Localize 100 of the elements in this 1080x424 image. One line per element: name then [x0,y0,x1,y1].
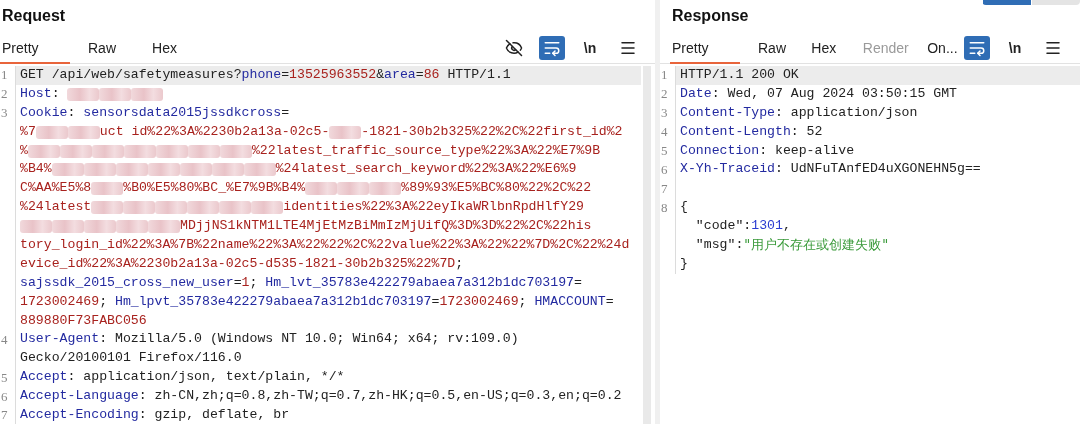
redaction-blur [67,125,100,139]
header-name: Cookie [20,103,68,122]
line-number: 3 [660,105,668,122]
value-text: %B0%E5%80%BC_%E7%9B%B4% [123,179,306,198]
newline-toggle[interactable]: \n [577,36,603,60]
header-name: phone [241,66,282,84]
code-text: Gecko/20100101 Firefox/116.0 [20,349,242,368]
wrap-toggle[interactable] [539,36,565,60]
redaction-blur [67,87,100,101]
line-number: 2 [0,86,8,103]
view-tab[interactable]: Raw [70,33,134,64]
redaction-blur [148,220,180,234]
newline-toggle[interactable]: \n [1002,36,1028,60]
code-text: ; [518,292,528,311]
value-text: 1301 [751,217,783,236]
redaction-blur [305,182,338,196]
code-text: = [281,103,290,122]
redaction-blur [83,163,116,177]
value-text: MDjjNS1kNTM1LTE4MjEtMzBiMmIzMjUifQ%3D%3D%22%2C%22his [180,217,592,236]
redaction-blur [179,163,212,177]
code-text: : UdNFuTAnfED4uXGONEHN5g== [774,160,981,179]
value-text: 1 [241,273,250,292]
code-text: : 52 [790,122,823,141]
code-text: : [67,103,77,122]
redaction-blur [91,201,124,215]
view-tab[interactable]: Pretty [0,33,70,64]
header-name: Hm_lpvt_35783e422279abaea7a312b1dc703197 [114,292,432,311]
redaction-blur [329,125,362,139]
header-name: Hm_lvt_35783e422279abaea7a312b1dc703197 [265,273,574,292]
code-text: : Wed, 07 Aug 2024 03:50:15 GMT [711,84,957,103]
value-text: "用户不存在或创建失败" [743,236,890,254]
redaction-blur [115,163,148,177]
line-number: 4 [660,124,668,141]
header-name: sajssdk_2015_cross_new_user [20,273,234,292]
redaction-blur [35,125,68,139]
line-number: 6 [0,388,8,405]
redaction-blur [20,220,52,234]
redaction-blur [131,87,164,101]
view-tab[interactable]: Hex [134,33,195,64]
header-name: Content-Length [680,122,791,141]
redaction-blur [211,163,244,177]
view-tab[interactable]: Hex [793,33,845,64]
redaction-blur [84,220,116,234]
redaction-blur [219,144,252,158]
header-name: area [384,66,416,84]
code-text: = [415,66,424,84]
line-number: 1 [0,67,8,84]
value-text: -1821-30b2b325%22%2C%22first_id%2 [361,122,623,141]
value-text: %22latest_traffic_source_type%22%3A%22%E7%9B [251,141,601,160]
redaction-blur [123,201,156,215]
code-text: } [680,254,688,273]
value-text: 13525963552 [289,66,377,84]
line-number: 7 [0,407,8,424]
redaction-blur [187,144,220,158]
value-text: 1723002469 [20,292,100,311]
code-text: , [782,217,791,236]
line-number: 3 [0,105,8,122]
code-text: : [51,84,61,103]
header-name: Accept-Encoding [20,406,139,424]
redaction-blur [251,201,284,215]
header-name: Host [20,84,52,103]
code-text: { [680,198,688,217]
redaction-blur [91,144,124,158]
redaction-blur [59,144,92,158]
redaction-blur [116,220,148,234]
redaction-blur [155,144,188,158]
redaction-blur [369,182,402,196]
redaction-blur [99,87,132,101]
value-text: %24latest_search_keyword%22%3A%22%E6%9 [275,160,577,179]
code-text: "code": [694,217,752,236]
code-text: : Mozilla/5.0 (Windows NT 10.0; Win64; x64; rv:109.0) [99,330,519,349]
value-text: C%AA%E5%8 [20,179,92,198]
line-number: 2 [660,86,668,103]
code-text: : gzip, deflate, br [138,406,290,424]
value-text: %24latest [20,198,92,217]
code-text: = [233,273,242,292]
header-name: HMACCOUNT [534,292,606,311]
view-tab[interactable]: On... [909,33,964,64]
view-tab[interactable]: Raw [740,33,794,64]
wrap-toggle[interactable] [964,36,990,60]
line-number: 4 [0,331,8,348]
header-name: X-Yh-Traceid [680,160,775,179]
redaction-blur [52,220,84,234]
code-text: = [281,66,290,84]
redaction-blur [51,163,84,177]
value-text: 889880F73FABC056 [20,311,147,330]
header-name: User-Agent [20,330,100,349]
value-text: 86 [423,66,440,84]
code-text: = [605,292,614,311]
code-text: = [574,273,582,292]
value-text: % [20,141,28,160]
view-tab[interactable]: Pretty [670,33,740,64]
panel-title: Request [1,6,66,26]
code-text: : application/json [774,103,918,122]
redaction-blur [91,182,124,196]
code-text: HTTP/1.1 [446,66,511,84]
code-text: GET /api/web/safetymeasures? [20,66,242,84]
code-text: = [431,292,440,311]
code-text: : application/json, text/plain, */* [67,368,345,387]
line-number: 5 [0,369,8,386]
